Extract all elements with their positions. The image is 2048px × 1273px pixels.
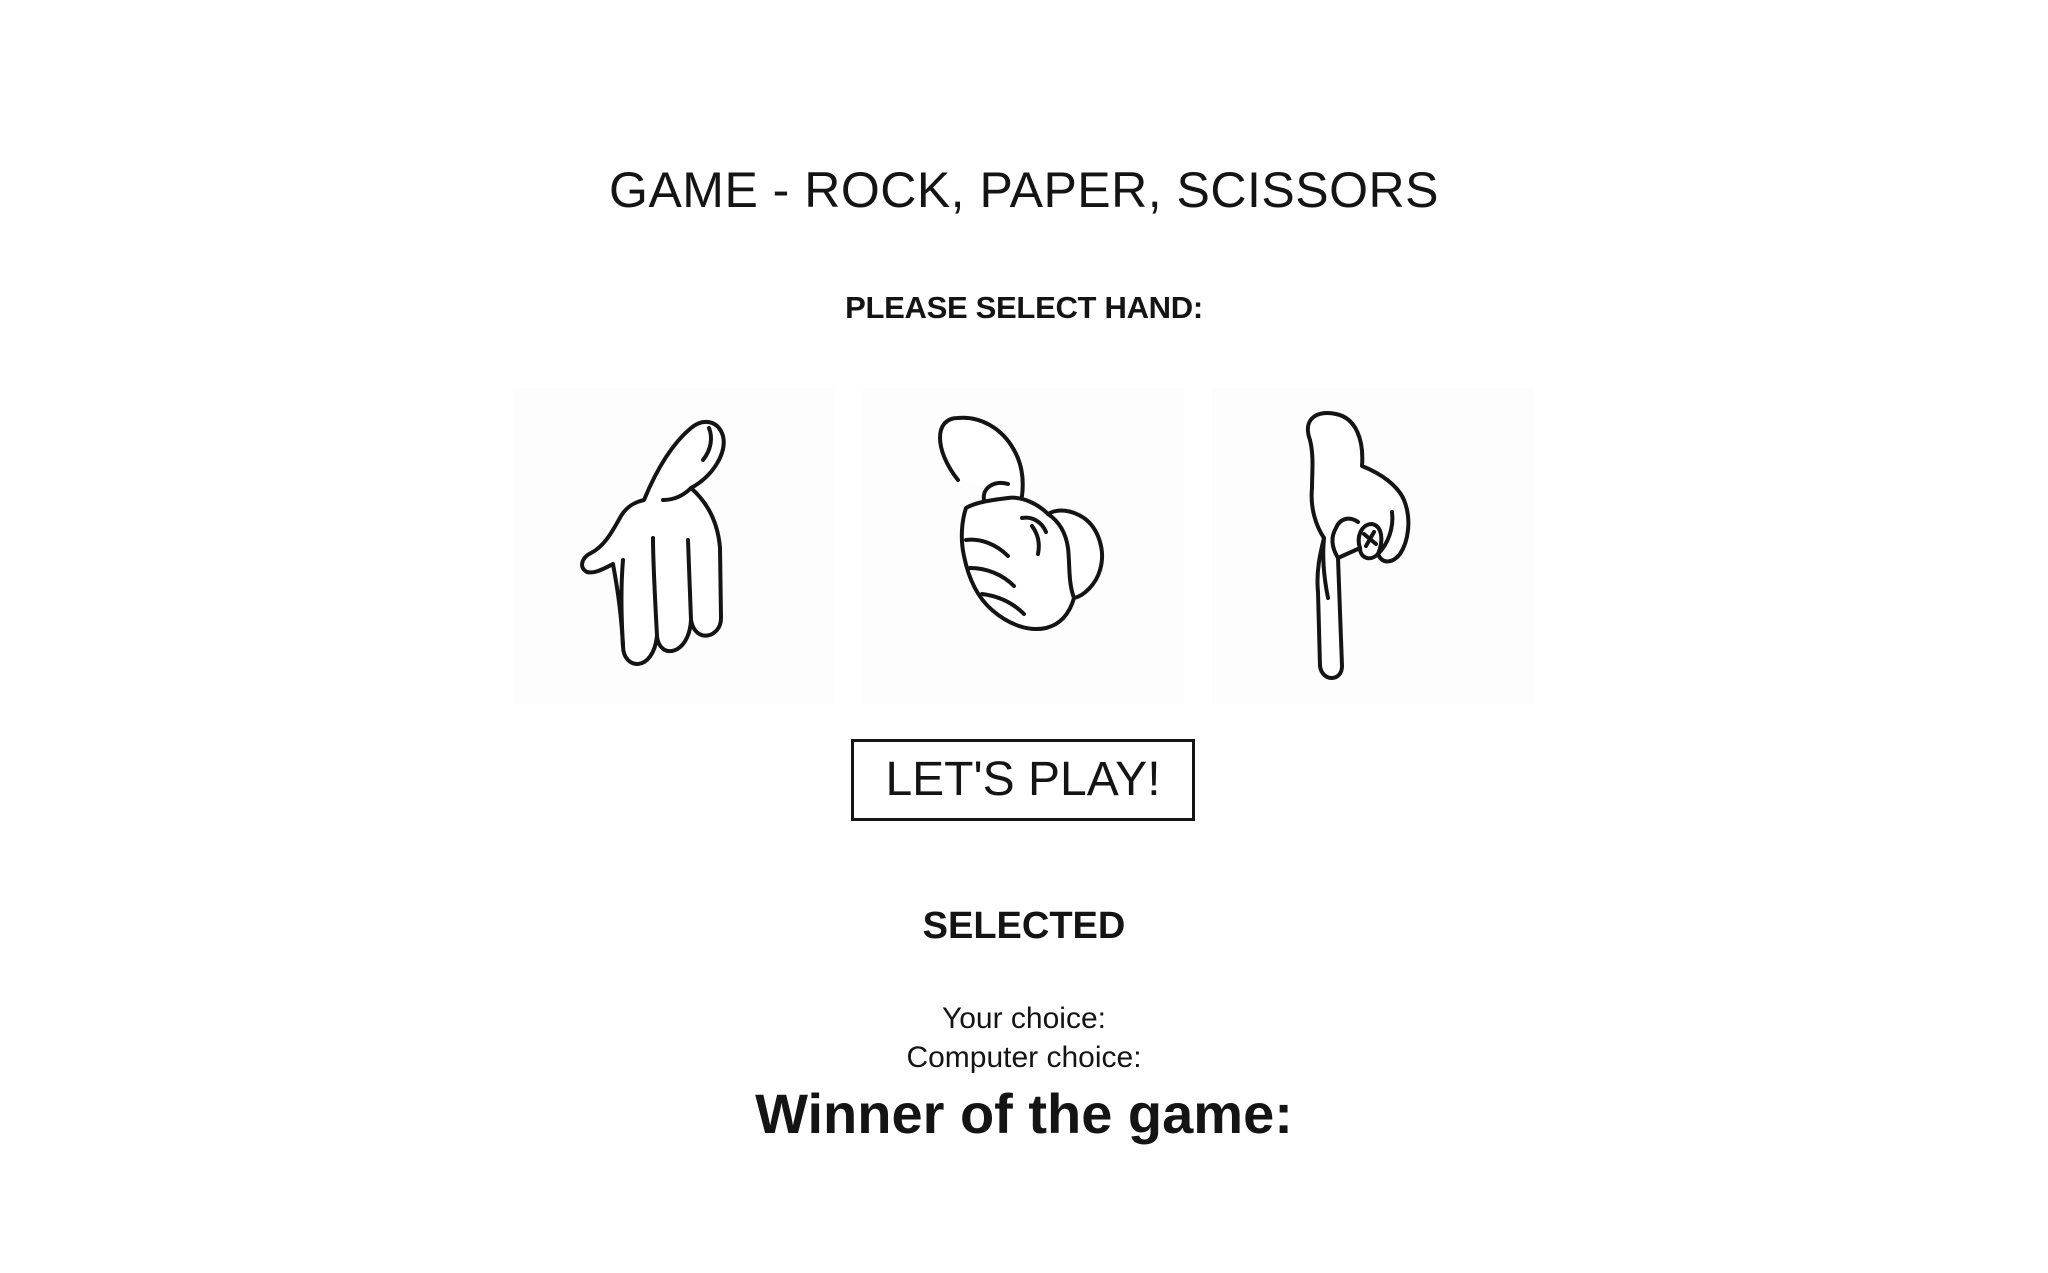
select-hand-prompt: PLEASE SELECT HAND: — [845, 290, 1203, 325]
game-page: GAME - ROCK, PAPER, SCISSORS PLEASE SELE… — [0, 0, 2048, 1273]
selected-heading: SELECTED — [922, 905, 1126, 947]
lets-play-button[interactable]: LET'S PLAY! — [851, 739, 1195, 821]
your-choice-label: Your choice: — [941, 1002, 1106, 1035]
computer-choice-row: Computer choice: — [0, 1039, 2048, 1077]
page-title: GAME - ROCK, PAPER, SCISSORS — [609, 162, 1439, 218]
hand-option-scissors[interactable] — [1212, 388, 1534, 704]
scissors-hand-icon — [1306, 411, 1411, 680]
hand-option-rock[interactable] — [862, 388, 1184, 704]
computer-choice-label: Computer choice: — [906, 1041, 1142, 1074]
rock-fist-icon — [938, 415, 1104, 631]
your-choice-row: Your choice: — [0, 1000, 2048, 1038]
paper-hand-icon — [580, 419, 726, 666]
winner-row: Winner of the game: — [0, 1080, 2048, 1148]
winner-label: Winner of the game: — [755, 1082, 1293, 1145]
hand-option-paper[interactable] — [513, 388, 835, 704]
